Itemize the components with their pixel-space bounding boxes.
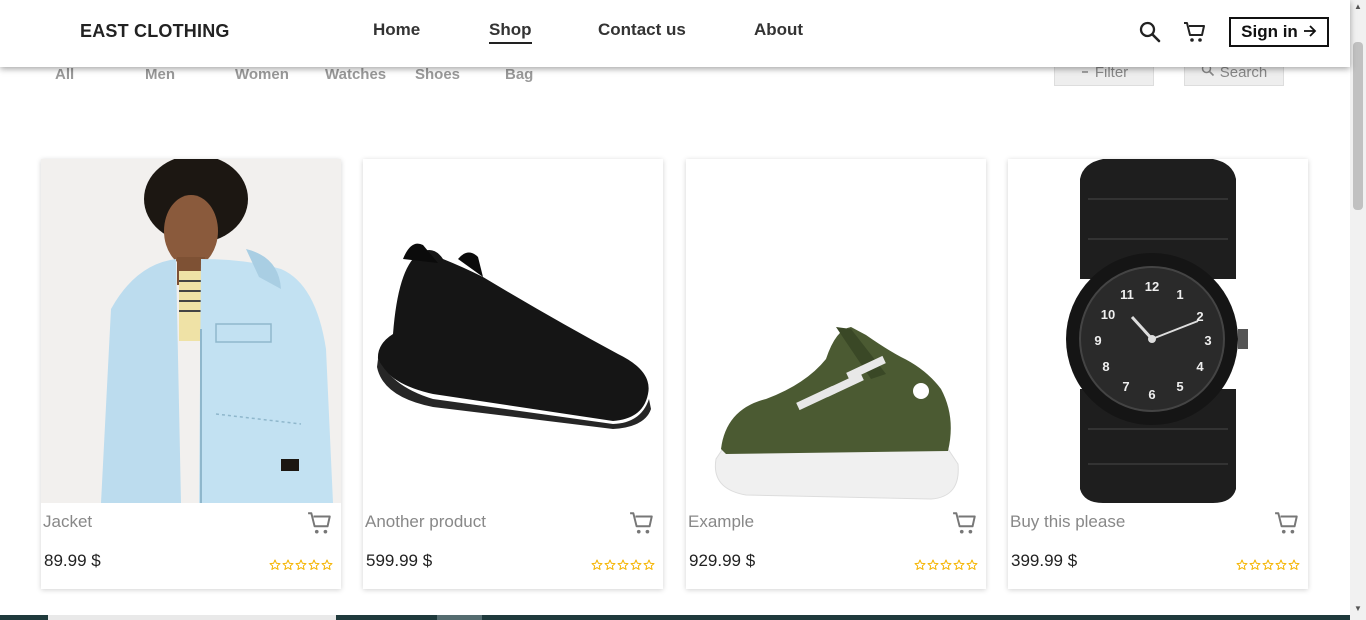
rating-stars[interactable] [269, 558, 333, 576]
star-icon[interactable] [321, 558, 333, 576]
category-women[interactable]: Women [235, 66, 289, 83]
star-icon[interactable] [630, 558, 642, 576]
nav-about[interactable]: About [754, 20, 803, 40]
add-to-cart-icon[interactable] [307, 510, 333, 536]
star-icon[interactable] [282, 558, 294, 576]
product-card[interactable]: Another product 599.99 $ [363, 159, 663, 589]
product-price: 399.99 $ [1011, 551, 1078, 570]
svg-text:3: 3 [1204, 333, 1211, 348]
category-men[interactable]: Men [145, 66, 175, 83]
vertical-scrollbar[interactable]: ▲ ▼ [1350, 0, 1366, 620]
product-price: 89.99 $ [44, 551, 101, 570]
svg-text:4: 4 [1196, 359, 1204, 374]
star-icon[interactable] [591, 558, 603, 576]
product-name[interactable]: Another product [365, 512, 486, 532]
nav-contact[interactable]: Contact us [598, 20, 686, 40]
star-icon[interactable] [953, 558, 965, 576]
rating-stars[interactable] [591, 558, 655, 576]
nav-shop[interactable]: Shop [489, 20, 532, 44]
add-to-cart-icon[interactable] [952, 510, 978, 536]
footer-edge [0, 615, 1350, 620]
category-all[interactable]: All [55, 66, 74, 83]
svg-text:8: 8 [1102, 359, 1109, 374]
star-icon[interactable] [604, 558, 616, 576]
arrow-right-icon [1303, 22, 1317, 42]
svg-text:7: 7 [1122, 379, 1129, 394]
scrollbar-thumb[interactable] [1353, 42, 1363, 210]
nav-home[interactable]: Home [373, 20, 420, 40]
signin-label: Sign in [1241, 22, 1298, 41]
svg-text:9: 9 [1094, 333, 1101, 348]
signin-button[interactable]: Sign in [1229, 17, 1329, 47]
star-icon[interactable] [1275, 558, 1287, 576]
svg-text:11: 11 [1120, 287, 1134, 302]
product-image-watch[interactable]: 12 1 2 3 4 5 6 7 8 9 10 11 [1008, 159, 1308, 503]
svg-text:10: 10 [1101, 307, 1115, 322]
rating-stars[interactable] [1236, 558, 1300, 576]
brand-logo-text[interactable]: EAST CLOTHING [80, 21, 230, 42]
star-icon[interactable] [308, 558, 320, 576]
star-icon[interactable] [914, 558, 926, 576]
star-icon[interactable] [269, 558, 281, 576]
footer-segment [437, 615, 482, 620]
cart-icon[interactable] [1183, 20, 1207, 44]
product-name[interactable]: Example [688, 512, 754, 532]
star-icon[interactable] [295, 558, 307, 576]
svg-text:1: 1 [1176, 287, 1183, 302]
star-icon[interactable] [927, 558, 939, 576]
search-icon[interactable] [1138, 20, 1162, 44]
category-bag[interactable]: Bag [505, 66, 533, 83]
product-price: 929.99 $ [689, 551, 756, 570]
scroll-up-arrow-icon[interactable]: ▲ [1354, 2, 1362, 11]
product-card[interactable]: Jacket 89.99 $ [41, 159, 341, 589]
svg-text:5: 5 [1176, 379, 1183, 394]
product-image-shoe[interactable] [363, 159, 663, 503]
star-icon[interactable] [1249, 558, 1261, 576]
top-navbar: EAST CLOTHING Home Shop Contact us About… [0, 0, 1350, 67]
scroll-down-arrow-icon[interactable]: ▼ [1354, 604, 1362, 613]
product-price: 599.99 $ [366, 551, 433, 570]
star-icon[interactable] [940, 558, 952, 576]
product-name[interactable]: Jacket [43, 512, 92, 532]
footer-segment [48, 615, 336, 620]
star-icon[interactable] [643, 558, 655, 576]
category-shoes[interactable]: Shoes [415, 66, 460, 83]
product-card[interactable]: 12 1 2 3 4 5 6 7 8 9 10 11 Buy this plea… [1008, 159, 1308, 589]
svg-text:6: 6 [1148, 387, 1155, 402]
star-icon[interactable] [1262, 558, 1274, 576]
product-image-sneaker[interactable] [686, 159, 986, 503]
star-icon[interactable] [1288, 558, 1300, 576]
add-to-cart-icon[interactable] [629, 510, 655, 536]
product-image-jacket[interactable] [41, 159, 341, 503]
rating-stars[interactable] [914, 558, 978, 576]
star-icon[interactable] [966, 558, 978, 576]
product-card[interactable]: Example 929.99 $ [686, 159, 986, 589]
star-icon[interactable] [617, 558, 629, 576]
add-to-cart-icon[interactable] [1274, 510, 1300, 536]
product-name[interactable]: Buy this please [1010, 512, 1125, 532]
star-icon[interactable] [1236, 558, 1248, 576]
category-watches[interactable]: Watches [325, 66, 386, 83]
svg-text:12: 12 [1145, 279, 1159, 294]
